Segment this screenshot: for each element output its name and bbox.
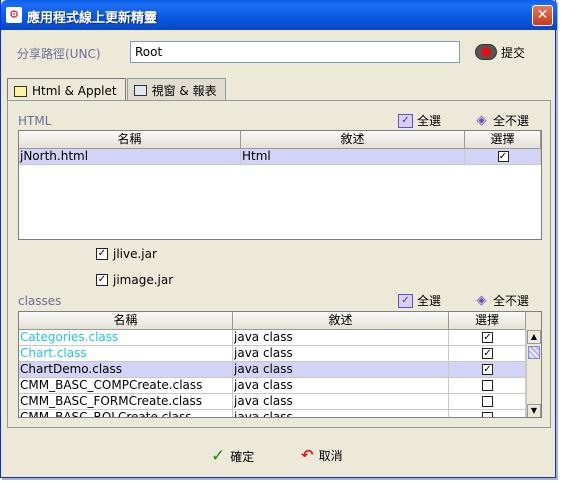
classes-table: 名稱 敘述 選擇 Categories.class java class ✓ Char… [18, 311, 542, 418]
select-none-label: 全不選 [493, 294, 530, 308]
table-row[interactable]: Chart.class java class ✓ [19, 346, 541, 362]
cell-desc: java class [233, 346, 449, 362]
title-bar[interactable]: ⚙ 應用程式線上更新精靈 ✕ [1, 0, 557, 30]
cell-desc: java class [233, 410, 449, 417]
cell-name: ChartDemo.class [19, 362, 233, 378]
tab-panel: HTML ✓ 全選 ◈ 全不選 名稱 敘述 選擇 jNorth.html Htm… [7, 100, 551, 428]
window-icon [133, 85, 147, 96]
row-checkbox[interactable]: ✓ [497, 151, 509, 162]
jar-item-jimage[interactable]: ✓ jimage.jar [96, 273, 173, 287]
row-checkbox[interactable]: ✓ [482, 348, 493, 359]
cell-name: Categories.class [19, 330, 233, 346]
cell-desc: java class [233, 378, 449, 394]
tab-label: 視窗 & 報表 [151, 84, 217, 98]
vertical-scrollbar[interactable]: ▲ ▼ [526, 330, 541, 417]
scroll-thumb[interactable] [528, 346, 540, 359]
unc-label: 分享路徑(UNC) [17, 47, 101, 61]
select-all-icon: ✓ [398, 113, 413, 128]
tab-html-applet[interactable]: Html & Applet [7, 78, 126, 101]
ok-button[interactable]: ✓ 確定 [211, 446, 254, 466]
column-header-select[interactable]: 選擇 [449, 312, 526, 330]
row-checkbox[interactable]: ✓ [482, 364, 493, 375]
app-icon: ⚙ [6, 7, 22, 23]
classes-section-label: classes [18, 294, 62, 308]
html-select-all-button[interactable]: ✓ 全選 [398, 112, 441, 129]
column-header-select[interactable]: 選擇 [465, 131, 541, 149]
cell-desc: java class [233, 362, 449, 378]
cell-name: CMM_BASC_ROLCreate.class [19, 410, 233, 417]
column-header-name[interactable]: 名稱 [19, 312, 233, 330]
unc-path-input[interactable]: Root [130, 41, 460, 63]
dialog-window: ⚙ 應用程式線上更新精靈 ✕ 分享路徑(UNC) Root 提交 Html & … [0, 0, 557, 478]
submit-label: 提交 [501, 45, 526, 60]
cancel-button[interactable]: ↶ 取消 [301, 446, 343, 464]
tab-strip: Html & Applet 視窗 & 報表 [7, 78, 227, 101]
cancel-label: 取消 [318, 448, 343, 463]
table-row[interactable]: Categories.class java class ✓ [19, 330, 541, 346]
cell-desc: java class [233, 330, 449, 346]
html-table-header: 名稱 敘述 選擇 [19, 131, 541, 149]
deselect-icon: ◈ [476, 292, 487, 308]
jar-label: jimage.jar [113, 273, 174, 287]
cell-select: ✓ [449, 330, 526, 346]
jar-checkbox[interactable]: ✓ [96, 274, 108, 286]
cell-desc: java class [233, 394, 449, 410]
select-all-label: 全選 [417, 294, 442, 308]
jar-checkbox[interactable]: ✓ [96, 248, 108, 260]
html-table: 名稱 敘述 選擇 jNorth.html Html ✓ [18, 130, 542, 240]
table-row[interactable]: jNorth.html Html ✓ [19, 149, 541, 165]
column-header-desc[interactable]: 敘述 [233, 312, 449, 330]
cell-name: jNorth.html [19, 149, 241, 165]
row-checkbox[interactable]: ✓ [482, 332, 493, 343]
select-none-label: 全不選 [493, 114, 530, 128]
classes-table-body: Categories.class java class ✓ Chart.class ja… [19, 330, 541, 417]
table-row[interactable]: CMM_BASC_ROLCreate.class java class [19, 410, 541, 417]
table-row[interactable]: CMM_BASC_FORMCreate.class java class [19, 394, 541, 410]
tab-label: Html & Applet [32, 84, 117, 98]
cell-select: ✓ [449, 362, 526, 378]
html-section-label: HTML [18, 114, 52, 128]
table-row[interactable]: CMM_BASC_COMPCreate.class java class [19, 378, 541, 394]
deselect-icon: ◈ [476, 112, 487, 128]
row-checkbox[interactable] [482, 380, 493, 391]
row-checkbox[interactable] [482, 412, 493, 417]
cell-select: ✓ [449, 346, 526, 362]
window-title: 應用程式線上更新精靈 [27, 11, 158, 26]
classes-select-all-button[interactable]: ✓ 全選 [398, 292, 441, 309]
cell-select [449, 410, 526, 417]
select-all-icon: ✓ [398, 293, 413, 308]
select-all-label: 全選 [417, 114, 442, 128]
classes-select-none-button[interactable]: ◈ 全不選 [474, 292, 530, 309]
column-header-desc[interactable]: 敘述 [241, 131, 465, 149]
undo-icon: ↶ [301, 446, 314, 464]
cell-name: CMM_BASC_COMPCreate.class [19, 378, 233, 394]
close-button[interactable]: ✕ [532, 5, 553, 26]
tab-window-report[interactable]: 視窗 & 報表 [126, 78, 226, 100]
jar-label: jlive.jar [113, 247, 157, 261]
table-row[interactable]: ChartDemo.class java class ✓ [19, 362, 541, 378]
cell-select: ✓ [465, 149, 541, 165]
ok-label: 確定 [230, 449, 255, 464]
cell-select [449, 394, 526, 410]
jar-item-jlive[interactable]: ✓ jlive.jar [96, 247, 157, 261]
scroll-down-icon[interactable]: ▼ [527, 404, 541, 417]
record-icon [475, 44, 497, 60]
cell-name: CMM_BASC_FORMCreate.class [19, 394, 233, 410]
folder-icon [14, 85, 27, 97]
cell-name: Chart.class [19, 346, 233, 362]
submit-button[interactable]: 提交 [475, 42, 525, 62]
scroll-up-icon[interactable]: ▲ [527, 330, 541, 344]
cell-desc: Html [241, 149, 465, 165]
column-header-name[interactable]: 名稱 [19, 131, 241, 149]
checkmark-icon: ✓ [211, 446, 226, 466]
cell-select [449, 378, 526, 394]
html-select-none-button[interactable]: ◈ 全不選 [474, 112, 530, 129]
classes-table-header: 名稱 敘述 選擇 [19, 312, 541, 330]
row-checkbox[interactable] [482, 396, 493, 407]
